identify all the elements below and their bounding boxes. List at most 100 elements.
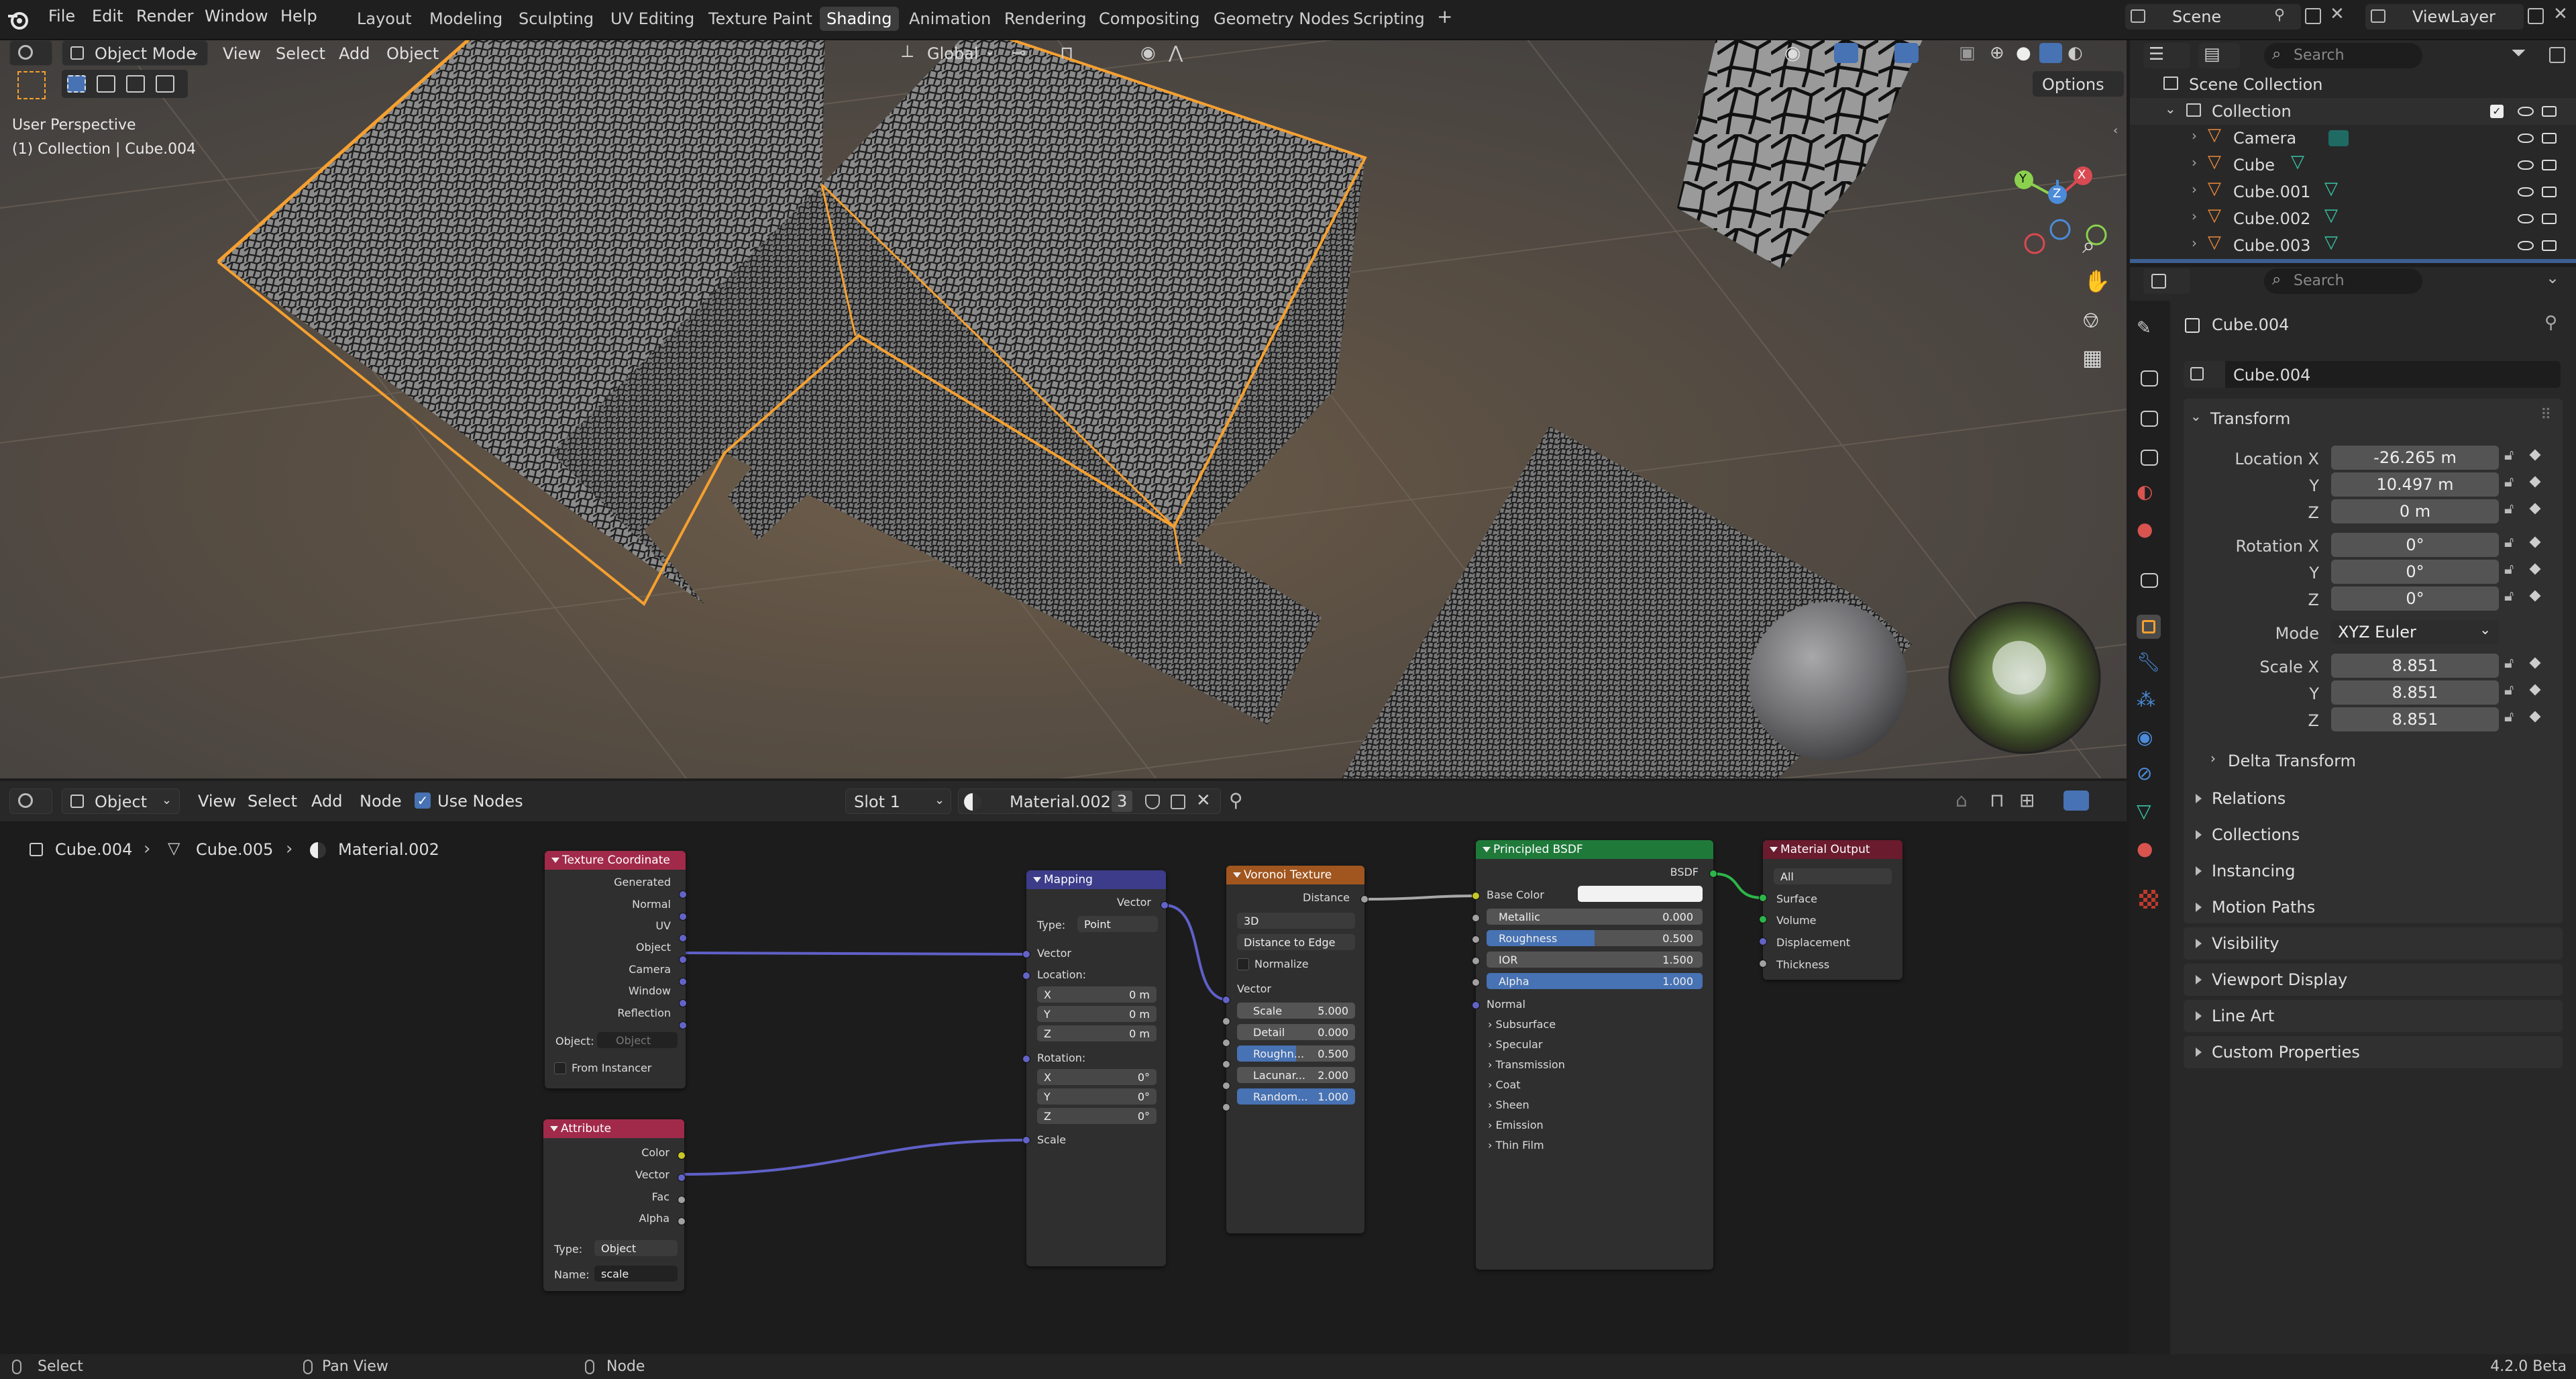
voronoi-feature-dropdown[interactable]: Distance to Edge bbox=[1237, 934, 1355, 950]
socket-base-color-in[interactable] bbox=[1472, 892, 1480, 900]
output-target-dropdown[interactable]: All bbox=[1774, 868, 1892, 884]
socket-uv[interactable] bbox=[679, 934, 687, 942]
socket-roughness-in[interactable] bbox=[1472, 935, 1480, 943]
far-cube[interactable] bbox=[1677, 40, 1925, 268]
section-motion-paths[interactable]: Motion Paths bbox=[2184, 891, 2563, 923]
node-menu-add[interactable]: Add bbox=[311, 792, 342, 811]
section-line-art[interactable]: Line Art bbox=[2184, 1000, 2563, 1032]
menu-window[interactable]: Window bbox=[205, 7, 268, 25]
object-type-button[interactable] bbox=[2184, 361, 2225, 388]
shader-type-selector[interactable]: Object ⌄ bbox=[62, 788, 180, 814]
transform-orientation[interactable]: ⟂ Global ⌄ bbox=[899, 40, 1000, 66]
render-camera-icon[interactable] bbox=[2542, 133, 2557, 144]
tab-rendering[interactable]: Rendering bbox=[998, 7, 1093, 31]
lock-icon[interactable]: 🔓︎ bbox=[2504, 682, 2514, 699]
scene-selector[interactable]: Scene ⚲ bbox=[2125, 4, 2301, 30]
base-color-swatch[interactable] bbox=[1578, 886, 1703, 902]
render-camera-icon[interactable] bbox=[2542, 240, 2557, 251]
viewport-scene[interactable] bbox=[0, 40, 2127, 778]
pin-icon[interactable]: ⚲ bbox=[2544, 313, 2557, 333]
menu-help[interactable]: Help bbox=[280, 7, 317, 25]
socket-thickness-in[interactable] bbox=[1759, 960, 1767, 968]
metallic-field[interactable]: Metallic 0.000 bbox=[1487, 909, 1703, 925]
eye-icon[interactable] bbox=[2518, 134, 2534, 143]
socket-surface-in[interactable] bbox=[1759, 894, 1767, 902]
render-camera-icon[interactable] bbox=[2542, 187, 2557, 197]
socket-mapping-rotation-in[interactable] bbox=[1022, 1055, 1030, 1063]
node-menu-node[interactable]: Node bbox=[360, 792, 402, 811]
snap-target-icon[interactable]: ⊞ bbox=[2019, 789, 2035, 811]
tab-compositing[interactable]: Compositing bbox=[1092, 7, 1206, 31]
material-preview-shading-icon[interactable] bbox=[2039, 43, 2062, 63]
socket-fac[interactable] bbox=[678, 1196, 686, 1204]
menu-file[interactable]: File bbox=[48, 7, 75, 25]
section-relations[interactable]: Relations bbox=[2184, 782, 2563, 815]
ior-field[interactable]: IOR 1.500 bbox=[1487, 952, 1703, 968]
lock-icon[interactable]: 🔓︎ bbox=[2504, 655, 2514, 672]
voronoi-lacunarity-field[interactable]: Lacunar... 2.000 bbox=[1237, 1067, 1355, 1083]
location-z-field[interactable]: 0 m bbox=[2331, 499, 2499, 523]
section-collections[interactable]: Collections bbox=[2184, 819, 2563, 851]
scene-tab-icon[interactable]: ◐ bbox=[2137, 480, 2161, 505]
socket-mapping-vector-in[interactable] bbox=[1022, 950, 1030, 958]
from-instancer-checkbox[interactable] bbox=[554, 1062, 566, 1074]
pin-icon[interactable]: ⚲ bbox=[1229, 789, 1243, 811]
lock-icon[interactable]: 🔓︎ bbox=[2504, 561, 2514, 578]
node-menu-view[interactable]: View bbox=[198, 792, 236, 811]
rotation-x-field[interactable]: X 0° bbox=[1037, 1069, 1157, 1085]
socket-mapping-out[interactable] bbox=[1161, 901, 1169, 909]
render-camera-icon[interactable] bbox=[2542, 106, 2557, 117]
lock-icon[interactable]: 🔓︎ bbox=[2504, 709, 2514, 725]
render-camera-icon[interactable] bbox=[2542, 160, 2557, 170]
panel-emission[interactable]: › Emission bbox=[1488, 1119, 1544, 1131]
eye-icon[interactable] bbox=[2518, 107, 2534, 116]
tab-animation[interactable]: Animation bbox=[902, 7, 998, 31]
rendered-shading-icon[interactable]: ◐ bbox=[2068, 43, 2083, 63]
expand-arrow-icon[interactable]: › bbox=[2192, 154, 2197, 170]
material-slot-selector[interactable]: Slot 1 ⌄ bbox=[845, 788, 951, 814]
snap-icon[interactable]: ⊓ bbox=[1060, 43, 1073, 63]
mode-selector[interactable]: Object Mode ⌄ bbox=[62, 40, 208, 66]
output-tab-icon[interactable] bbox=[2141, 411, 2158, 427]
physics-tab-icon[interactable]: ◉ bbox=[2137, 726, 2161, 750]
node-texture-coordinate[interactable]: Texture Coordinate Generated Normal UV O… bbox=[545, 851, 686, 1088]
delta-transform-header[interactable]: Delta Transform bbox=[2228, 752, 2356, 770]
menu-render[interactable]: Render bbox=[136, 7, 193, 25]
properties-editor-type[interactable] bbox=[2143, 268, 2190, 294]
lock-icon[interactable]: 🔓︎ bbox=[2504, 501, 2514, 517]
scale-y-field[interactable]: 8.851 bbox=[2331, 680, 2499, 705]
use-nodes-checkbox[interactable]: ✓ bbox=[415, 793, 431, 809]
roughness-field[interactable]: Roughness 0.500 bbox=[1487, 930, 1703, 946]
view-layer-tab-icon[interactable] bbox=[2141, 450, 2158, 466]
data-tab-icon[interactable]: ▽ bbox=[2137, 800, 2161, 824]
overlays-toggle-icon[interactable] bbox=[2063, 790, 2089, 811]
expand-arrow-icon[interactable]: › bbox=[2192, 181, 2197, 197]
socket-color[interactable] bbox=[678, 1152, 686, 1160]
blender-logo-icon[interactable] bbox=[7, 8, 30, 31]
lock-icon[interactable]: 🔓︎ bbox=[2504, 447, 2514, 464]
select-box-tool-icon[interactable] bbox=[17, 71, 46, 99]
socket-generated[interactable] bbox=[679, 890, 687, 899]
node-title[interactable]: Material Output bbox=[1763, 840, 1902, 859]
socket-camera[interactable] bbox=[679, 978, 687, 986]
outliner-editor-type[interactable]: ☰ bbox=[2143, 43, 2190, 68]
socket-voronoi-roughness-in[interactable] bbox=[1222, 1060, 1230, 1068]
node-attribute[interactable]: Attribute Color Vector Fac Alpha Type: O… bbox=[543, 1119, 684, 1291]
proportional-edit-icon[interactable]: ◉ bbox=[1140, 43, 1156, 63]
unlink-material-icon[interactable]: ✕ bbox=[1196, 790, 1211, 811]
collection-tab-icon[interactable] bbox=[2141, 573, 2158, 588]
expand-arrow-icon[interactable]: › bbox=[2192, 235, 2197, 251]
tab-geometry-nodes[interactable]: Geometry Nodes bbox=[1207, 7, 1356, 31]
new-collection-icon[interactable] bbox=[2549, 47, 2565, 63]
socket-normal-in[interactable] bbox=[1472, 1001, 1480, 1009]
socket-metallic-in[interactable] bbox=[1472, 914, 1480, 922]
new-view-layer-icon[interactable] bbox=[2528, 8, 2544, 24]
object-name-field[interactable]: Cube.004 bbox=[2225, 361, 2561, 388]
voronoi-detail-field[interactable]: Detail 0.000 bbox=[1237, 1024, 1355, 1040]
pan-hand-icon[interactable]: ✋ bbox=[2084, 268, 2110, 294]
socket-mapping-scale-in[interactable] bbox=[1022, 1136, 1030, 1144]
parent-node-tree-icon[interactable]: ⌂ bbox=[1955, 789, 1968, 811]
socket-mapping-location-in[interactable] bbox=[1022, 972, 1030, 980]
modifiers-tab-icon[interactable]: 🔧︎ bbox=[2137, 651, 2161, 675]
extend-selection-icon[interactable] bbox=[97, 75, 115, 93]
